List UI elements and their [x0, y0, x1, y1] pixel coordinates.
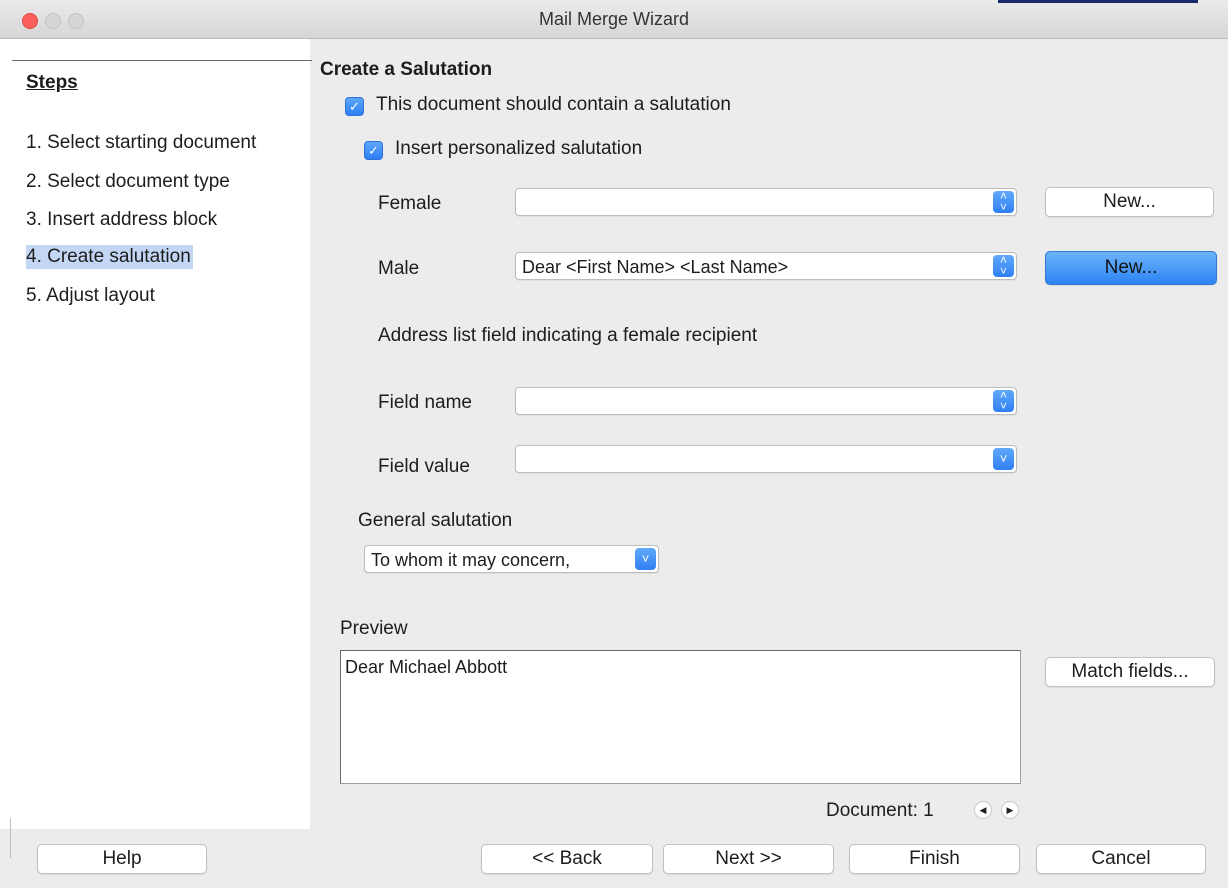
- contain-salutation-checkbox[interactable]: ✓: [345, 97, 364, 116]
- updown-chevron-icon: ˄ ˅: [993, 190, 1014, 213]
- chevron-down-icon[interactable]: ˅: [993, 448, 1014, 470]
- chevron-down-icon[interactable]: ˅: [635, 548, 656, 570]
- next-button[interactable]: Next >>: [663, 844, 834, 874]
- document-label: Document:: [826, 800, 918, 821]
- field-value-combobox[interactable]: ˅: [515, 445, 1017, 473]
- window-title: Mail Merge Wizard: [538, 9, 690, 29]
- male-salutation-value: Dear <First Name> <Last Name>: [522, 257, 789, 277]
- preview-box: Dear Michael Abbott: [340, 650, 1021, 784]
- step-create-salutation[interactable]: 4. Create salutation: [26, 245, 193, 269]
- finish-button[interactable]: Finish: [849, 844, 1020, 874]
- updown-chevron-icon: ˄ ˅: [993, 389, 1014, 412]
- field-name-select[interactable]: ˄ ˅: [515, 387, 1017, 415]
- page-heading: Create a Salutation: [320, 59, 493, 80]
- step-select-document-type[interactable]: 2. Select document type: [26, 170, 232, 194]
- contain-salutation-label[interactable]: This document should contain a salutatio…: [376, 94, 731, 116]
- general-salutation-combobox[interactable]: To whom it may concern, ˅: [364, 545, 659, 573]
- next-document-button[interactable]: ▶: [1001, 801, 1019, 819]
- field-name-label: Field name: [378, 392, 472, 413]
- title-accent-line: [998, 0, 1198, 3]
- male-label: Male: [378, 258, 420, 279]
- back-button[interactable]: << Back: [481, 844, 653, 874]
- updown-chevron-icon: ˄ ˅: [993, 254, 1014, 277]
- match-fields-button[interactable]: Match fields...: [1045, 657, 1215, 687]
- step-insert-address-block[interactable]: 3. Insert address block: [26, 208, 219, 232]
- male-salutation-select[interactable]: Dear <First Name> <Last Name> ˄ ˅: [515, 252, 1017, 280]
- general-salutation-label: General salutation: [358, 510, 513, 531]
- general-salutation-value: To whom it may concern,: [371, 550, 571, 570]
- steps-panel: [0, 39, 310, 829]
- triangle-right-icon: ▶: [1006, 805, 1014, 815]
- male-new-button[interactable]: New...: [1045, 251, 1217, 285]
- preview-text: Dear Michael Abbott: [345, 657, 508, 677]
- previous-document-button[interactable]: ◀: [974, 801, 992, 819]
- female-label: Female: [378, 193, 442, 214]
- female-salutation-select[interactable]: ˄ ˅: [515, 188, 1017, 216]
- help-button[interactable]: Help: [37, 844, 207, 874]
- preview-label: Preview: [340, 618, 408, 639]
- document-indicator: Document: 1: [826, 800, 934, 822]
- personalized-salutation-label[interactable]: Insert personalized salutation: [395, 138, 642, 160]
- address-list-note: Address list field indicating a female r…: [378, 325, 758, 346]
- steps-title: Steps: [26, 72, 78, 93]
- title-bar: Mail Merge Wizard: [0, 0, 1228, 39]
- panel-edge: [10, 818, 11, 858]
- steps-divider: [12, 60, 312, 61]
- field-value-label: Field value: [378, 456, 470, 477]
- triangle-left-icon: ◀: [979, 805, 987, 815]
- step-select-starting-document[interactable]: 1. Select starting document: [26, 131, 258, 155]
- cancel-button[interactable]: Cancel: [1036, 844, 1206, 874]
- document-number: 1: [923, 800, 934, 821]
- step-adjust-layout[interactable]: 5. Adjust layout: [26, 284, 157, 308]
- personalized-salutation-checkbox[interactable]: ✓: [364, 141, 383, 160]
- female-new-button[interactable]: New...: [1045, 187, 1214, 217]
